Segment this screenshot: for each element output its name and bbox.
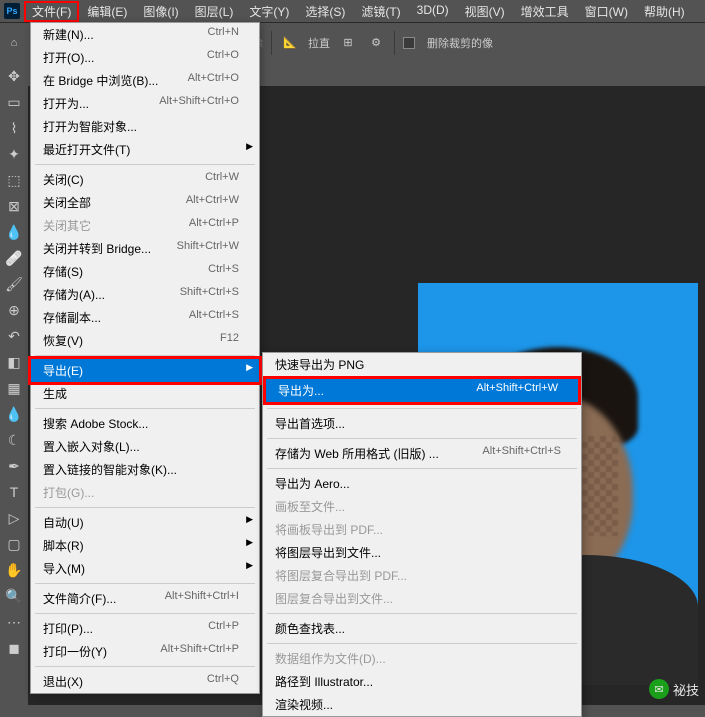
straighten-icon[interactable]: 📐: [280, 33, 300, 53]
menu-滤镜T[interactable]: 滤镜(T): [353, 1, 408, 22]
file-menu-item[interactable]: 打开为智能对象...: [31, 115, 259, 138]
hand-tool-icon[interactable]: ✋: [2, 558, 26, 582]
file-menu-item[interactable]: 打印(P)...Ctrl+P: [31, 617, 259, 640]
menu-编辑E[interactable]: 编辑(E): [79, 1, 135, 22]
file-menu-item[interactable]: 打印一份(Y)Alt+Shift+Ctrl+P: [31, 640, 259, 663]
marquee-tool-icon[interactable]: ▭: [2, 90, 26, 114]
blur-tool-icon[interactable]: 💧: [2, 402, 26, 426]
grid-icon[interactable]: ⊞: [338, 33, 358, 53]
file-menu-item[interactable]: 存储副本...Alt+Ctrl+S: [31, 306, 259, 329]
menu-文字Y[interactable]: 文字(Y): [241, 1, 297, 22]
export-menu-item: 图层复合导出到文件...: [263, 587, 581, 610]
menu-文件F[interactable]: 文件(F): [24, 1, 79, 22]
file-menu-item[interactable]: 恢复(V)F12: [31, 329, 259, 352]
crop-tool-icon[interactable]: ⬚: [2, 168, 26, 192]
menu-视图V[interactable]: 视图(V): [457, 1, 513, 22]
app-icon: Ps: [4, 3, 20, 19]
export-menu-item[interactable]: 将图层导出到文件...: [263, 541, 581, 564]
eyedropper-tool-icon[interactable]: 💧: [2, 220, 26, 244]
delete-crop-checkbox[interactable]: [403, 37, 415, 49]
file-menu-item[interactable]: 置入链接的智能对象(K)...: [31, 458, 259, 481]
export-menu-item: 画板至文件...: [263, 495, 581, 518]
export-menu-item[interactable]: 快速导出为 PNG: [263, 353, 581, 376]
color-swatch-icon[interactable]: ◼: [2, 636, 26, 660]
export-menu-item[interactable]: 路径到 Illustrator...: [263, 670, 581, 693]
export-menu-item: 将图层复合导出到 PDF...: [263, 564, 581, 587]
export-menu-item[interactable]: 导出首选项...: [263, 412, 581, 435]
menu-图层L[interactable]: 图层(L): [187, 1, 242, 22]
export-menu-item[interactable]: 存储为 Web 所用格式 (旧版) ...Alt+Shift+Ctrl+S: [263, 442, 581, 465]
menu-选择S[interactable]: 选择(S): [297, 1, 353, 22]
menu-帮助H[interactable]: 帮助(H): [636, 1, 693, 22]
file-menu-item[interactable]: 置入嵌入对象(L)...: [31, 435, 259, 458]
tools-panel: ✥ ▭ ⌇ ✦ ⬚ ⊠ 💧 🩹 🖌 ⊕ ↶ ◧ ▦ 💧 ☾ ✒ T ▷ ▢ ✋ …: [0, 62, 28, 662]
eraser-tool-icon[interactable]: ◧: [2, 350, 26, 374]
wand-tool-icon[interactable]: ✦: [2, 142, 26, 166]
file-menu-item[interactable]: 自动(U): [31, 511, 259, 534]
file-menu-item[interactable]: 关闭(C)Ctrl+W: [31, 168, 259, 191]
file-menu-item[interactable]: 关闭并转到 Bridge...Shift+Ctrl+W: [31, 237, 259, 260]
file-menu-item[interactable]: 在 Bridge 中浏览(B)...Alt+Ctrl+O: [31, 69, 259, 92]
export-submenu: 快速导出为 PNG 导出为...Alt+Shift+Ctrl+W 导出首选项... 存…: [262, 352, 582, 717]
pen-tool-icon[interactable]: ✒: [2, 454, 26, 478]
frame-tool-icon[interactable]: ⊠: [2, 194, 26, 218]
file-menu-item[interactable]: 存储(S)Ctrl+S: [31, 260, 259, 283]
menu-窗口W[interactable]: 窗口(W): [577, 1, 636, 22]
menu-增效工具[interactable]: 增效工具: [513, 1, 577, 22]
history-brush-icon[interactable]: ↶: [2, 324, 26, 348]
dodge-tool-icon[interactable]: ☾: [2, 428, 26, 452]
wechat-icon: ✉: [649, 679, 669, 699]
file-menu-item: 打包(G)...: [31, 481, 259, 504]
file-menu-item[interactable]: 文件简介(F)...Alt+Shift+Ctrl+I: [31, 587, 259, 610]
home-icon[interactable]: ⌂: [4, 33, 24, 53]
brush-tool-icon[interactable]: 🖌: [2, 272, 26, 296]
heal-tool-icon[interactable]: 🩹: [2, 246, 26, 270]
menubar: Ps 文件(F)编辑(E)图像(I)图层(L)文字(Y)选择(S)滤镜(T)3D…: [0, 0, 705, 22]
move-tool-icon[interactable]: ✥: [2, 64, 26, 88]
file-menu-item[interactable]: 存储为(A)...Shift+Ctrl+S: [31, 283, 259, 306]
file-menu-item[interactable]: 导入(M): [31, 557, 259, 580]
straighten-label: 拉直: [308, 35, 330, 51]
settings-icon[interactable]: ⚙: [366, 33, 386, 53]
shape-tool-icon[interactable]: ▢: [2, 532, 26, 556]
file-menu-item[interactable]: 关闭全部Alt+Ctrl+W: [31, 191, 259, 214]
file-menu-item[interactable]: 最近打开文件(T): [31, 138, 259, 161]
type-tool-icon[interactable]: T: [2, 480, 26, 504]
watermark-text: 祕技: [673, 680, 699, 699]
export-menu-item[interactable]: 颜色查找表...: [263, 617, 581, 640]
file-menu-dropdown: 新建(N)...Ctrl+N打开(O)...Ctrl+O在 Bridge 中浏览…: [30, 22, 260, 694]
export-menu-item[interactable]: 导出为 Aero...: [263, 472, 581, 495]
file-menu-item[interactable]: 生成: [31, 382, 259, 405]
path-tool-icon[interactable]: ▷: [2, 506, 26, 530]
file-menu-item[interactable]: 搜索 Adobe Stock...: [31, 412, 259, 435]
menu-图像I[interactable]: 图像(I): [135, 1, 186, 22]
export-menu-item[interactable]: 导出为...Alt+Shift+Ctrl+W: [266, 379, 578, 402]
more-tool-icon[interactable]: ⋯: [2, 610, 26, 634]
file-menu-item[interactable]: 打开(O)...Ctrl+O: [31, 46, 259, 69]
export-menu-item: 数据组作为文件(D)...: [263, 647, 581, 670]
menu-3DD[interactable]: 3D(D): [409, 1, 457, 22]
file-menu-item: 关闭其它Alt+Ctrl+P: [31, 214, 259, 237]
file-menu-item[interactable]: 脚本(R): [31, 534, 259, 557]
stamp-tool-icon[interactable]: ⊕: [2, 298, 26, 322]
watermark: ✉ 祕技: [649, 679, 699, 699]
file-menu-item[interactable]: 导出(E): [31, 359, 259, 382]
delete-crop-label: 删除裁剪的像: [427, 35, 493, 51]
zoom-tool-icon[interactable]: 🔍: [2, 584, 26, 608]
file-menu-item[interactable]: 退出(X)Ctrl+Q: [31, 670, 259, 693]
lasso-tool-icon[interactable]: ⌇: [2, 116, 26, 140]
gradient-tool-icon[interactable]: ▦: [2, 376, 26, 400]
export-menu-item: 将画板导出到 PDF...: [263, 518, 581, 541]
file-menu-item[interactable]: 新建(N)...Ctrl+N: [31, 23, 259, 46]
file-menu-item[interactable]: 打开为...Alt+Shift+Ctrl+O: [31, 92, 259, 115]
